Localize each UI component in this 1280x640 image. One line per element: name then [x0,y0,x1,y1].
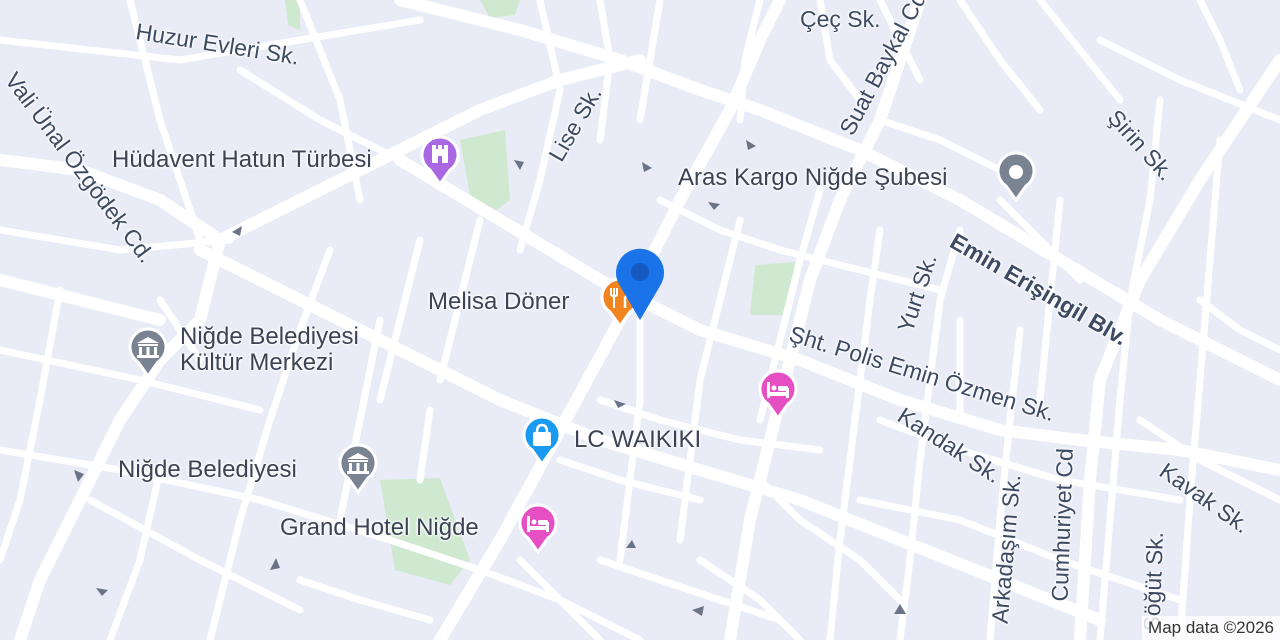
poi-label-aras-kargo[interactable]: Aras Kargo Niğde Şubesi [678,164,947,192]
poi-label-nigde-belediyesi[interactable]: Niğde Belediyesi [118,456,297,484]
poi-label-lc-waikiki[interactable]: LC WAIKIKI [574,426,701,454]
poi-label-grand-hotel-nigde[interactable]: Grand Hotel Niğde [280,514,479,542]
poi-label-melisa-doner[interactable]: Melisa Döner [428,288,569,316]
castle-icon[interactable] [418,134,462,186]
shopping-bag-icon[interactable] [520,414,564,466]
poi-label-kultur-merkezi[interactable]: Niğde Belediyesi Kültür Merkezi [180,324,390,376]
bed-icon[interactable] [756,368,800,420]
poi-label-hudavent-hatun-turbesi[interactable]: Hüdavent Hatun Türbesi [112,146,372,174]
government-building-icon[interactable] [336,442,380,494]
map-canvas[interactable]: Huzur Evleri Sk. Vali Ünal Özgödek Cd. L… [0,0,1280,640]
location-marker-icon[interactable] [612,244,668,322]
bed-icon[interactable] [516,502,560,554]
road-label-cec: Çeç Sk. [800,6,881,32]
map-attribution: Map data ©2026 [1142,616,1280,640]
poi-label-kultur-merkezi-text: Niğde Belediyesi Kültür Merkezi [180,323,359,376]
government-building-icon[interactable] [126,326,170,378]
dot-pin-icon[interactable] [994,150,1038,202]
road-label-cumhuriyet: Cumhuriyet Cd [1046,447,1078,602]
